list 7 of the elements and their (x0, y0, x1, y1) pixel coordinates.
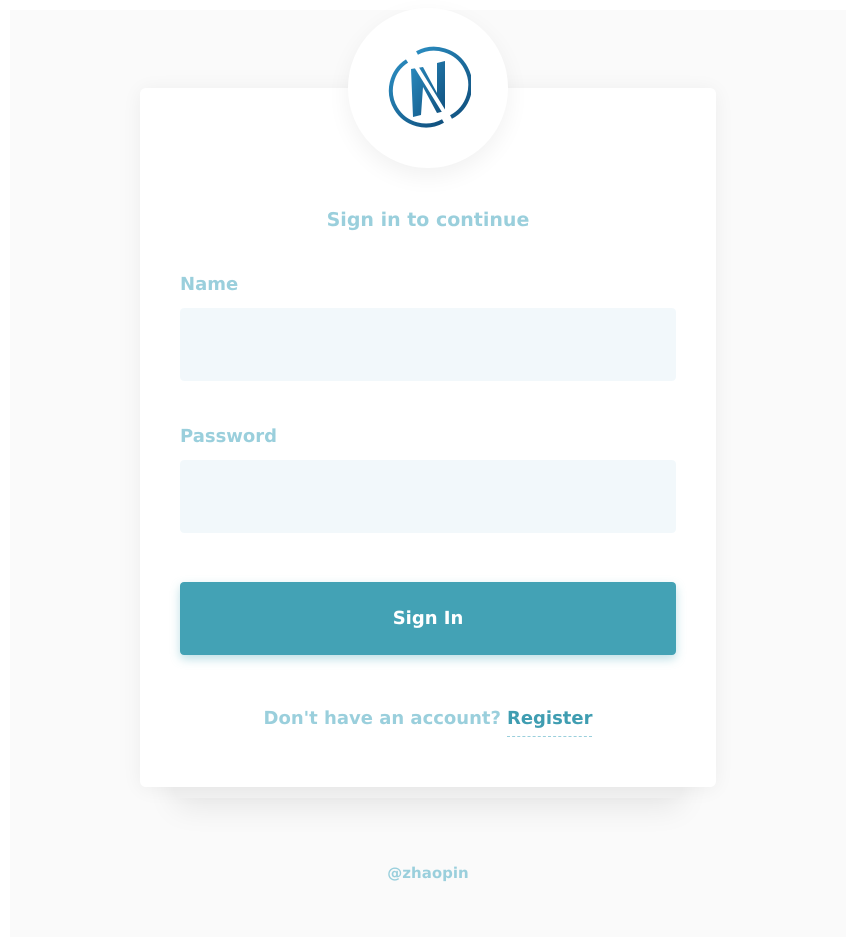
field-label: Name (180, 272, 240, 296)
register-prompt: Don't have an account? (264, 706, 501, 730)
form-heading: Sign in to continue (326, 208, 530, 233)
sign-in-button[interactable]: Sign In (180, 582, 676, 654)
footer-text: @zhaopin (387, 862, 469, 884)
register-link[interactable]: Register (506, 704, 592, 736)
field-label: Password (180, 424, 278, 448)
